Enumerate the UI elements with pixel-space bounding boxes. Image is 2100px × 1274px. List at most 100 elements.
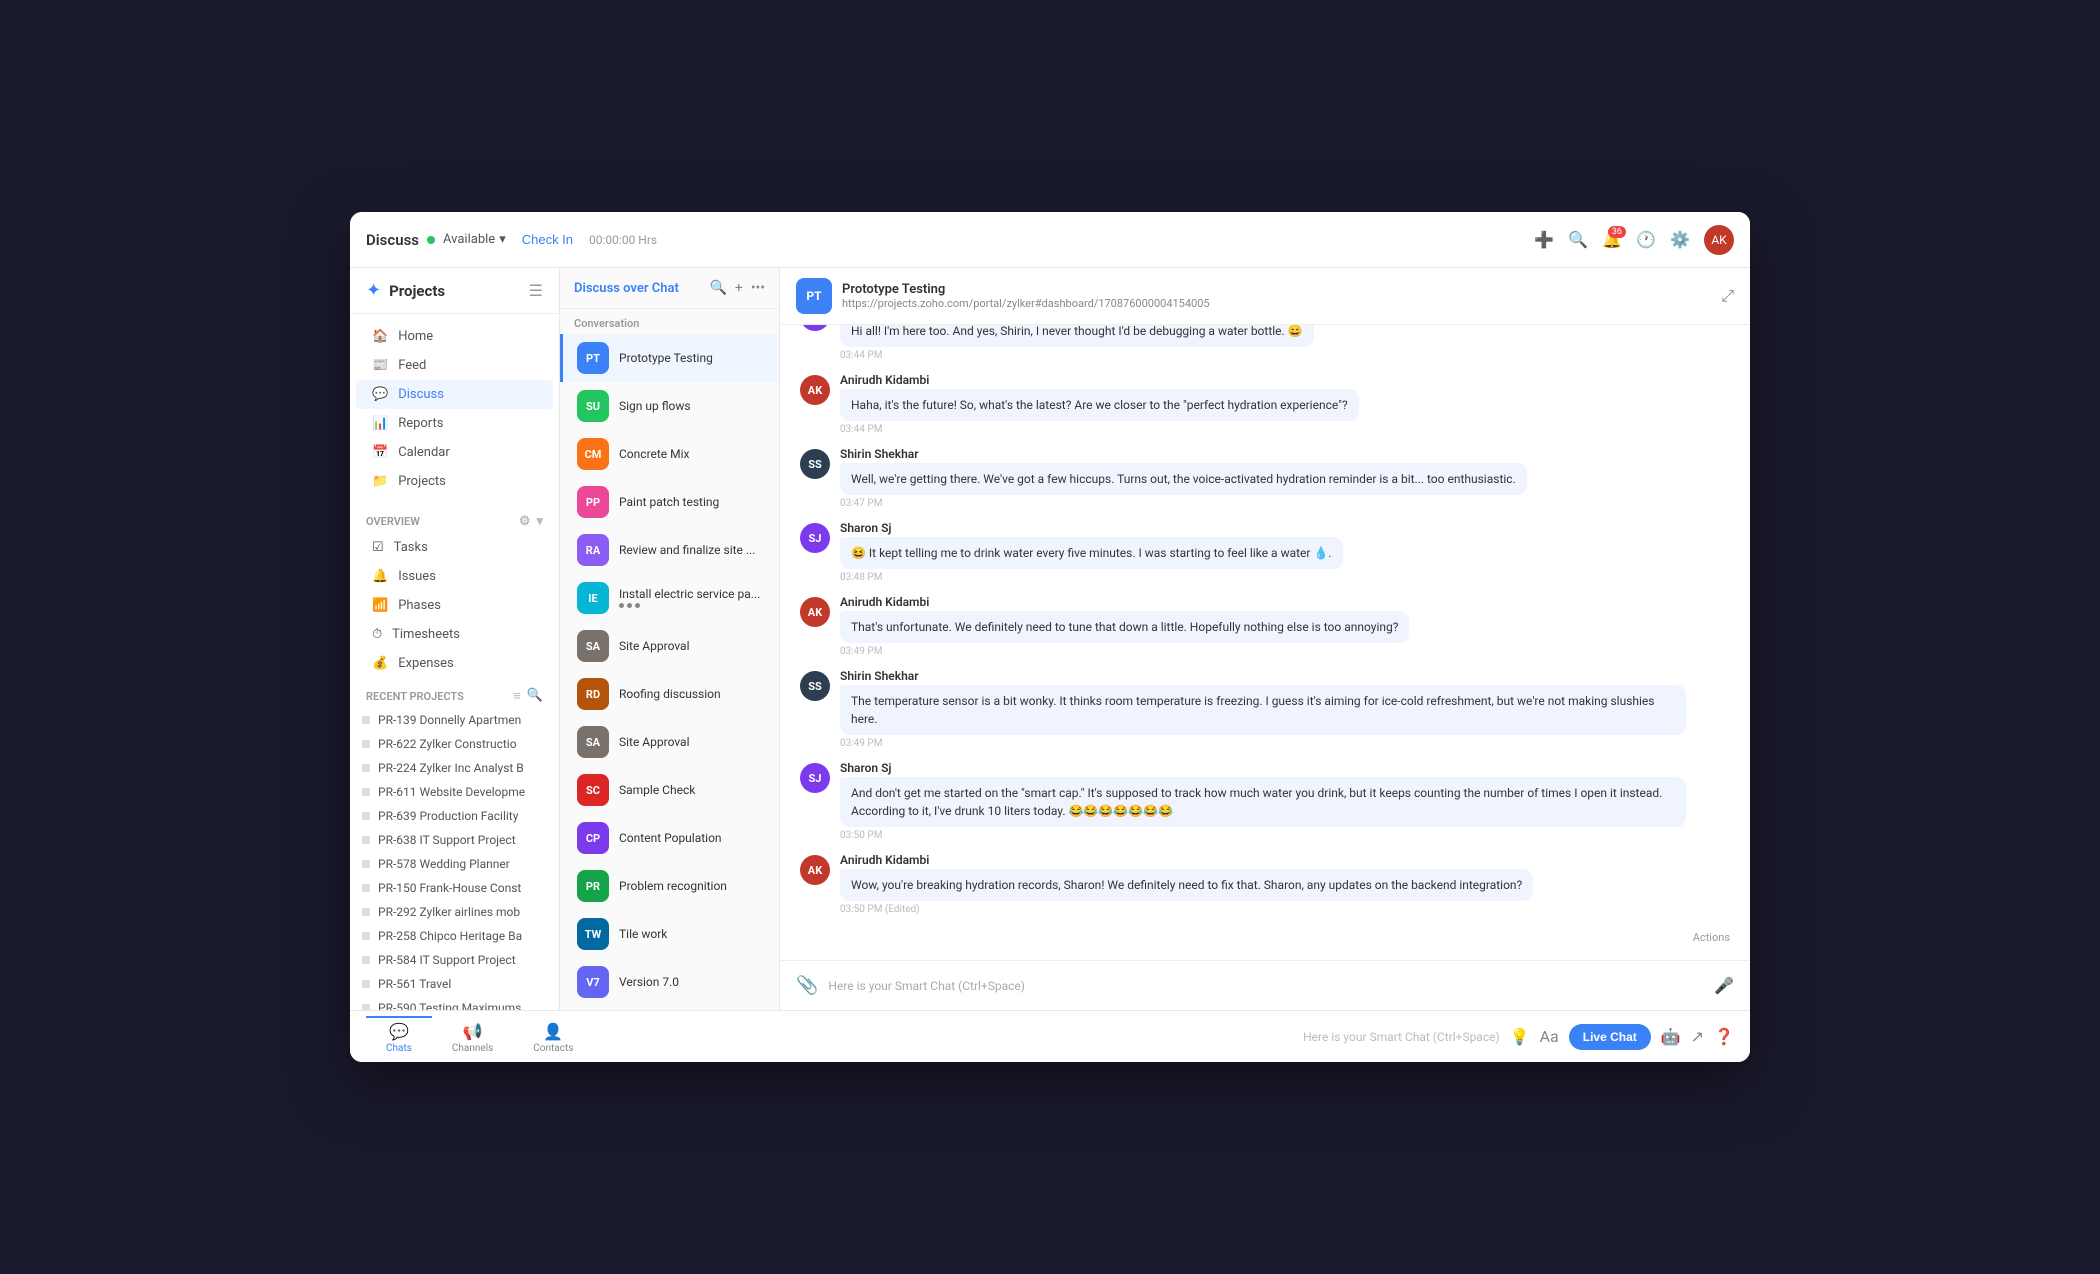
- voice-icon[interactable]: 🎤: [1714, 976, 1734, 995]
- clock-icon[interactable]: 🕐: [1636, 230, 1656, 250]
- help-icon[interactable]: ❓: [1714, 1027, 1734, 1046]
- sidebar-project-item[interactable]: PR-638 IT Support Project: [350, 828, 559, 852]
- expand-icon[interactable]: ⤢: [1721, 286, 1734, 306]
- overview-chevron-icon[interactable]: ▾: [536, 514, 543, 529]
- recent-search-icon[interactable]: 🔍: [527, 688, 543, 704]
- conv-item[interactable]: SASite Approval: [560, 718, 779, 766]
- chat-input[interactable]: Here is your Smart Chat (Ctrl+Space): [828, 979, 1704, 993]
- conv-name: Tile work: [619, 927, 667, 941]
- notifications-icon[interactable]: 🔔 36: [1602, 230, 1622, 250]
- sidebar-item-tasks[interactable]: ☑ Tasks: [356, 533, 553, 562]
- tab-channels[interactable]: 📢 Channels: [432, 1016, 513, 1058]
- conv-avatar: TW: [577, 918, 609, 950]
- bot-icon[interactable]: 🤖: [1661, 1027, 1681, 1046]
- message-group: SS Shirin Shekhar The temperature sensor…: [800, 669, 1730, 749]
- conv-more-icon[interactable]: •••: [751, 280, 765, 296]
- tab-chats[interactable]: 💬 Chats: [366, 1016, 432, 1058]
- message-bubble: Haha, it's the future! So, what's the la…: [840, 389, 1359, 421]
- tab-contacts[interactable]: 👤 Contacts: [513, 1016, 593, 1058]
- conv-avatar: PP: [577, 486, 609, 518]
- message-time: 03:49 PM: [840, 738, 1730, 749]
- sidebar-project-item[interactable]: PR-150 Frank-House Const: [350, 876, 559, 900]
- logo-text: Projects: [389, 282, 445, 300]
- conv-add-icon[interactable]: +: [735, 280, 743, 296]
- user-avatar[interactable]: AK: [1704, 225, 1734, 255]
- status-dropdown[interactable]: Available ▾: [443, 232, 506, 247]
- chats-tab-icon: 💬: [389, 1022, 409, 1041]
- list-icon[interactable]: ≡: [513, 688, 521, 704]
- conversation-list: PTPrototype TestingSUSign up flowsCMConc…: [560, 334, 779, 1010]
- sidebar-project-item[interactable]: PR-611 Website Developme: [350, 780, 559, 804]
- message-content: Sharon Sj 😆 It kept telling me to drink …: [840, 521, 1730, 583]
- sidebar-project-item[interactable]: PR-292 Zylker airlines mob: [350, 900, 559, 924]
- message-content: Anirudh Kidambi Wow, you're breaking hyd…: [840, 853, 1730, 915]
- tasks-icon: ☑: [372, 540, 384, 555]
- project-label: PR-292 Zylker airlines mob: [378, 905, 520, 919]
- conv-search-icon[interactable]: 🔍: [709, 280, 726, 296]
- share-icon[interactable]: ↗: [1691, 1027, 1704, 1046]
- conv-name: Site Approval: [619, 735, 690, 749]
- checkin-button[interactable]: Check In: [514, 228, 581, 251]
- sidebar-item-feed[interactable]: 📰 Feed: [356, 351, 553, 380]
- add-icon[interactable]: ➕: [1534, 230, 1554, 250]
- sidebar-item-phases[interactable]: 📶 Phases: [356, 591, 553, 620]
- live-chat-button[interactable]: Live Chat: [1569, 1024, 1651, 1050]
- conv-avatar: SA: [577, 630, 609, 662]
- conv-item[interactable]: SCSample Check: [560, 766, 779, 814]
- sidebar-project-item[interactable]: PR-584 IT Support Project: [350, 948, 559, 972]
- smart-chat-placeholder[interactable]: Here is your Smart Chat (Ctrl+Space): [1303, 1030, 1500, 1044]
- text-icon[interactable]: Aa: [1540, 1027, 1559, 1046]
- conv-item[interactable]: V7Version 7.0: [560, 958, 779, 1006]
- message-group: AK Anirudh Kidambi Haha, it's the future…: [800, 373, 1730, 435]
- sidebar-project-item[interactable]: PR-578 Wedding Planner: [350, 852, 559, 876]
- conv-name: Sign up flows: [619, 399, 691, 413]
- conv-item[interactable]: PPPaint patch testing: [560, 478, 779, 526]
- conv-item[interactable]: TW Tile work: [560, 910, 779, 958]
- search-icon[interactable]: 🔍: [1568, 230, 1588, 250]
- conv-item[interactable]: CMConcrete Mix: [560, 430, 779, 478]
- sidebar-item-issues[interactable]: 🔔 Issues: [356, 562, 553, 591]
- overview-settings-icon[interactable]: ⚙: [519, 514, 531, 529]
- conversation-panel-title[interactable]: Discuss over Chat: [574, 281, 701, 296]
- conv-item[interactable]: SUSign up flows: [560, 382, 779, 430]
- chat-url[interactable]: https://projects.zoho.com/portal/zylker#…: [842, 297, 1711, 310]
- conv-item[interactable]: SASite Approval: [560, 622, 779, 670]
- sidebar-item-reports[interactable]: 📊 Reports: [356, 409, 553, 438]
- conv-item[interactable]: PRProblem recognition: [560, 862, 779, 910]
- sidebar-project-item[interactable]: PR-639 Production Facility: [350, 804, 559, 828]
- chat-header-avatar: PT: [796, 278, 832, 314]
- message-bubble: 😆 It kept telling me to drink water ever…: [840, 537, 1343, 569]
- sidebar-item-timesheets[interactable]: ⏱ Timesheets: [356, 620, 553, 649]
- sidebar-item-home[interactable]: 🏠 Home: [356, 322, 553, 351]
- project-label: PR-638 IT Support Project: [378, 833, 516, 847]
- bulb-icon[interactable]: 💡: [1510, 1027, 1530, 1046]
- conv-avatar: IE: [577, 582, 609, 614]
- sidebar-item-projects[interactable]: 📁 Projects: [356, 467, 553, 496]
- sidebar-project-item[interactable]: PR-258 Chipco Heritage Ba: [350, 924, 559, 948]
- sidebar-project-item[interactable]: PR-139 Donnelly Apartmen: [350, 708, 559, 732]
- contacts-tab-icon: 👤: [543, 1022, 563, 1041]
- sidebar-project-item[interactable]: PR-561 Travel: [350, 972, 559, 996]
- message-bubble: And don't get me started on the "smart c…: [840, 777, 1686, 827]
- sidebar-project-item[interactable]: PR-224 Zylker Inc Analyst B: [350, 756, 559, 780]
- conv-item[interactable]: IEInstall electric service pa...: [560, 574, 779, 622]
- hamburger-icon[interactable]: ☰: [529, 281, 543, 300]
- conv-item[interactable]: PTPrototype Testing: [560, 334, 779, 382]
- sidebar-project-item[interactable]: PR-590 Testing Maximums: [350, 996, 559, 1010]
- overview-actions: ⚙ ▾: [519, 514, 543, 529]
- attach-icon[interactable]: 📎: [796, 975, 818, 996]
- conv-item[interactable]: RAReview and finalize site ...: [560, 526, 779, 574]
- chat-title: Prototype Testing: [842, 282, 1711, 297]
- sidebar-item-calendar[interactable]: 📅 Calendar: [356, 438, 553, 467]
- conv-name: Content Population: [619, 831, 722, 845]
- settings-icon[interactable]: ⚙️: [1670, 230, 1690, 250]
- timesheets-icon: ⏱: [372, 627, 382, 642]
- recent-projects-actions: ≡ 🔍: [513, 688, 543, 704]
- sidebar-project-item[interactable]: PR-622 Zylker Constructio: [350, 732, 559, 756]
- conv-item[interactable]: CPContent Population: [560, 814, 779, 862]
- main-layout: ✦ Projects ☰ 🏠 Home 📰 Feed 💬 Discuss: [350, 268, 1750, 1010]
- conv-item[interactable]: RDRoofing discussion: [560, 670, 779, 718]
- sidebar-item-expenses[interactable]: 💰 Expenses: [356, 649, 553, 678]
- sidebar-item-discuss[interactable]: 💬 Discuss: [356, 380, 553, 409]
- message-avatar: SS: [800, 449, 830, 479]
